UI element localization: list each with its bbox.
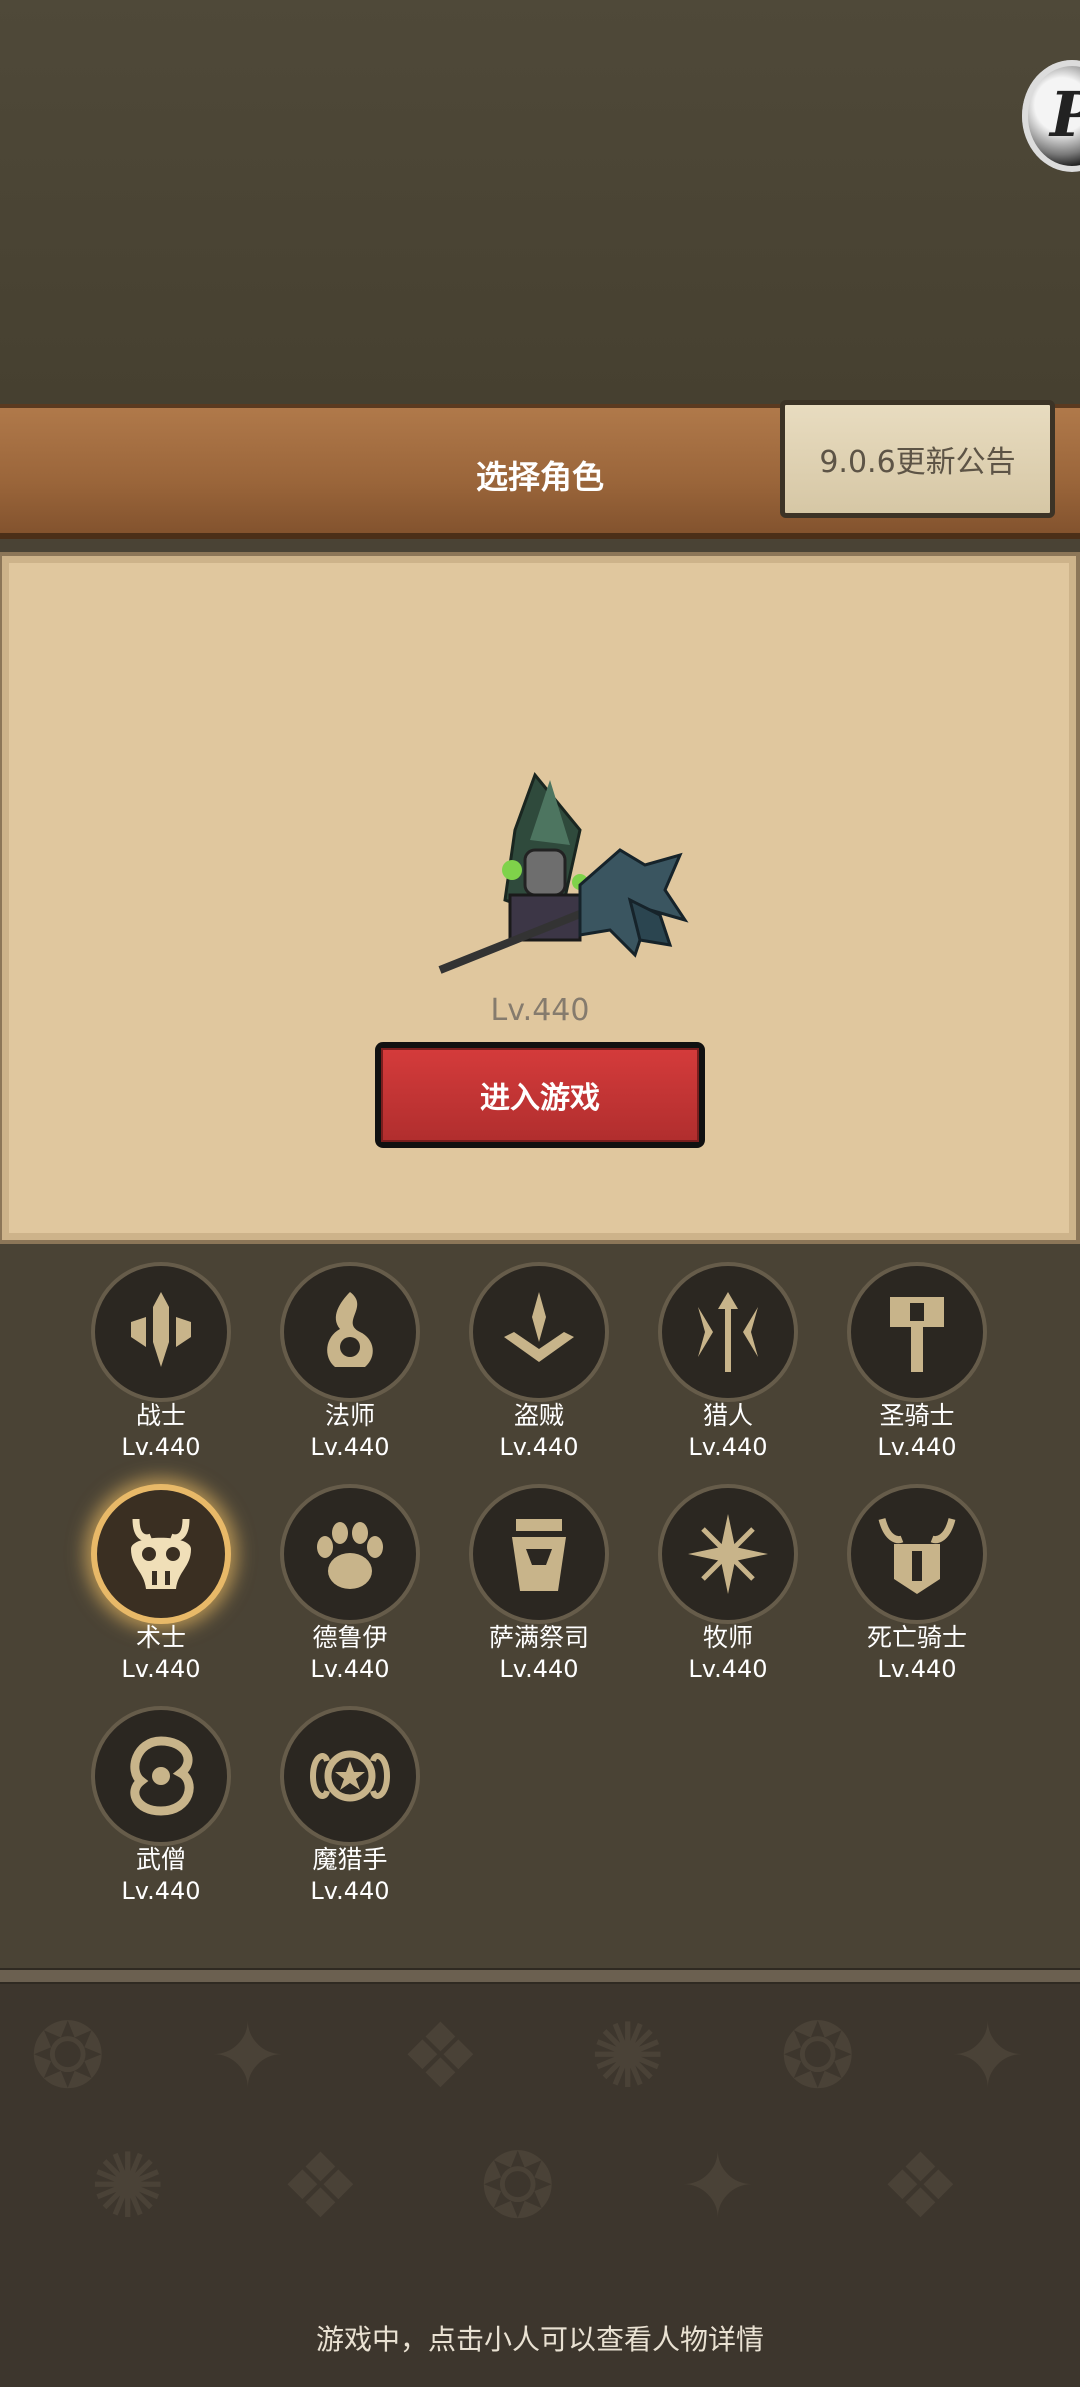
badge-letter: P [1050, 78, 1080, 151]
decorative-emblem-icon: ✦ [210, 2004, 286, 2109]
class-monk[interactable]: 武僧 Lv.440 [81, 1706, 241, 1906]
class-mage[interactable]: 法师 Lv.440 [270, 1262, 430, 1462]
class-level: Lv.440 [499, 1655, 579, 1683]
class-level: Lv.440 [877, 1433, 957, 1461]
demon-eye-icon [280, 1706, 420, 1846]
flame-icon [280, 1262, 420, 1402]
hero-figure[interactable] [430, 770, 690, 980]
class-level: Lv.440 [310, 1433, 390, 1461]
class-paladin[interactable]: 圣骑士 Lv.440 [837, 1262, 997, 1462]
class-priest[interactable]: 牧师 Lv.440 [648, 1484, 808, 1684]
decorative-emblem-icon: ❂ [30, 2004, 106, 2109]
arrows-icon [658, 1262, 798, 1402]
class-level: Lv.440 [688, 1655, 768, 1683]
sword-shield-icon [91, 1262, 231, 1402]
hero-level: Lv.440 [490, 993, 590, 1028]
class-level: Lv.440 [310, 1655, 390, 1683]
class-name: 术士 [135, 1623, 186, 1652]
decorative-emblem-icon: ✺ [90, 2134, 166, 2239]
class-level: Lv.440 [877, 1655, 957, 1683]
class-death-knight[interactable]: 死亡骑士 Lv.440 [837, 1484, 997, 1684]
section-divider [0, 1968, 1080, 1984]
demon-skull-icon [91, 1484, 231, 1624]
star-burst-icon [658, 1484, 798, 1624]
class-name: 死亡骑士 [866, 1623, 967, 1652]
class-name: 萨满祭司 [488, 1623, 589, 1652]
update-notice-button[interactable]: 9.0.6更新公告 [780, 400, 1055, 518]
decorative-emblem-icon: ❖ [880, 2134, 961, 2239]
enter-game-label: 进入游戏 [381, 1048, 699, 1142]
class-name: 德鲁伊 [312, 1623, 388, 1652]
hammer-icon [847, 1262, 987, 1402]
footer-hint: 游戏中，点击小人可以查看人物详情 [315, 2323, 764, 2356]
class-name: 猎人 [702, 1401, 753, 1430]
class-name: 法师 [324, 1401, 375, 1430]
enter-game-button[interactable]: 进入游戏 [375, 1042, 705, 1148]
crossed-daggers-icon [469, 1262, 609, 1402]
decorative-emblem-icon: ❖ [280, 2134, 361, 2239]
class-name: 战士 [135, 1401, 186, 1430]
class-warlock[interactable]: 术士 Lv.440 [81, 1484, 241, 1684]
class-hunter[interactable]: 猎人 Lv.440 [648, 1262, 808, 1462]
class-rogue[interactable]: 盗贼 Lv.440 [459, 1262, 619, 1462]
class-level: Lv.440 [121, 1655, 201, 1683]
swirl-icon [91, 1706, 231, 1846]
class-name: 武僧 [135, 1845, 186, 1874]
paw-icon [280, 1484, 420, 1624]
class-level: Lv.440 [121, 1877, 201, 1905]
decorative-emblem-icon: ✺ [590, 2004, 666, 2109]
top-background [0, 0, 1080, 405]
totem-icon [469, 1484, 609, 1624]
class-level: Lv.440 [688, 1433, 768, 1461]
class-druid[interactable]: 德鲁伊 Lv.440 [270, 1484, 430, 1684]
class-level: Lv.440 [310, 1877, 390, 1905]
class-name: 魔猎手 [312, 1845, 388, 1874]
class-demon-hunter[interactable]: 魔猎手 Lv.440 [270, 1706, 430, 1906]
class-shaman[interactable]: 萨满祭司 Lv.440 [459, 1484, 619, 1684]
class-name: 牧师 [702, 1623, 753, 1652]
class-level: Lv.440 [499, 1433, 579, 1461]
decorative-emblem-icon: ✦ [680, 2134, 756, 2239]
decorative-emblem-icon: ❖ [400, 2004, 481, 2109]
class-warrior[interactable]: 战士 Lv.440 [81, 1262, 241, 1462]
decorative-emblem-icon: ❂ [480, 2134, 556, 2239]
class-name: 盗贼 [513, 1401, 564, 1430]
class-level: Lv.440 [121, 1433, 201, 1461]
decorative-emblem-icon: ❂ [780, 2004, 856, 2109]
decorative-emblem-icon: ✦ [950, 2004, 1026, 2109]
class-name: 圣骑士 [879, 1401, 955, 1430]
horned-helmet-icon [847, 1484, 987, 1624]
